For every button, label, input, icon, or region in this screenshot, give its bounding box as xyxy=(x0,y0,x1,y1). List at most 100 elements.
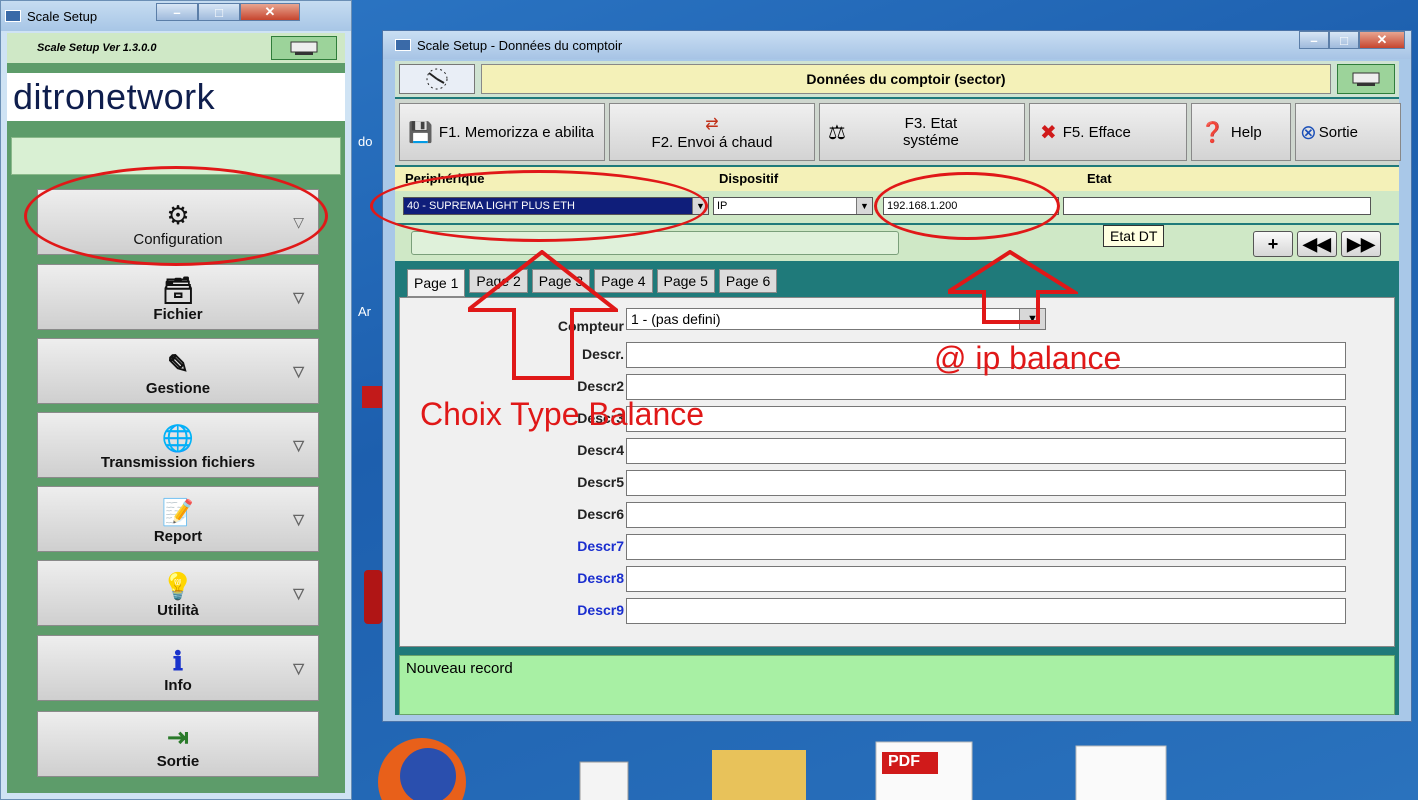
menu-label: Info xyxy=(164,677,192,694)
column-header-dispositif: Dispositif xyxy=(719,171,779,186)
clock-button[interactable] xyxy=(399,64,475,94)
field-label: Descr6 xyxy=(577,506,624,522)
field-label: Descr5 xyxy=(577,474,624,490)
add-record-button[interactable]: + xyxy=(1253,231,1293,257)
previous-record-button[interactable]: ◀◀ xyxy=(1297,231,1337,257)
dispositif-select[interactable]: IP ▼ xyxy=(713,197,873,215)
chevron-down-icon: ▽ xyxy=(293,363,304,379)
header-strip: Données du comptoir (sector) xyxy=(395,61,1399,97)
save-icon: 💾 xyxy=(408,121,433,144)
desktop-icons-strip xyxy=(378,738,1167,800)
connection-button[interactable] xyxy=(1337,64,1395,94)
descr8-input[interactable] xyxy=(626,566,1346,592)
maximize-button[interactable]: □ xyxy=(1329,31,1359,49)
menu-info-button[interactable]: ℹ Info ▽ xyxy=(37,635,319,701)
annotation-type-text: Choix Type Balance xyxy=(420,396,705,432)
document-icon[interactable] xyxy=(579,761,629,800)
main-window-titlebar[interactable]: Scale Setup - Données du comptoir xyxy=(383,31,1411,59)
menu-label: Sortie xyxy=(156,753,200,770)
f5-erase-button[interactable]: ✖ F5. Efface xyxy=(1029,103,1187,161)
next-record-button[interactable]: ▶▶ xyxy=(1341,231,1381,257)
help-button[interactable]: ❓ Help xyxy=(1191,103,1291,161)
menu-gestione-button[interactable]: ✎ Gestione ▽ xyxy=(37,338,319,404)
menu-utilita-button[interactable]: 💡 Utilità ▽ xyxy=(37,560,319,626)
close-button[interactable]: ✕ xyxy=(240,3,300,21)
menu-transmission-button[interactable]: 🌐 Transmission fichiers ▽ xyxy=(37,412,319,478)
dropdown-arrow-icon[interactable]: ▼ xyxy=(692,198,708,214)
field-label: Descr2 xyxy=(577,378,624,394)
status-box xyxy=(11,137,341,175)
version-label: Scale Setup Ver 1.3.0.0 xyxy=(37,42,157,54)
descr6-input[interactable] xyxy=(626,502,1346,528)
button-label: F2. Envoi á chaud xyxy=(651,133,773,151)
descr9-input[interactable] xyxy=(626,598,1346,624)
gear-icon: ⚙ xyxy=(166,200,190,230)
status-bar: Nouveau record xyxy=(399,655,1395,715)
menu-sortie-button[interactable]: ⇥ Sortie xyxy=(37,711,319,777)
close-button[interactable]: ✕ xyxy=(1359,31,1405,49)
clock-icon xyxy=(426,68,448,90)
minimize-button[interactable]: – xyxy=(1299,31,1329,49)
desktop-bottom-icons: PDF xyxy=(352,722,1418,800)
form-row-descr: Descr4 xyxy=(400,436,1394,464)
desktop-icon[interactable] xyxy=(362,386,382,408)
field-label: Descr4 xyxy=(577,442,624,458)
desktop-fragment-text: Ar xyxy=(358,304,371,319)
exit-icon: ⇥ xyxy=(167,722,189,752)
etat-input[interactable] xyxy=(1063,197,1371,215)
dropdown-arrow-icon[interactable]: ▼ xyxy=(856,198,872,214)
tab-page-6[interactable]: Page 6 xyxy=(718,269,778,293)
compteur-value: 1 - (pas defini) xyxy=(631,311,721,327)
peripheral-select[interactable]: 40 - SUPREMA LIGHT PLUS ETH ▼ xyxy=(403,197,709,215)
ditronetwork-logo: ditronetwork xyxy=(7,73,345,121)
chevron-down-icon: ▽ xyxy=(293,214,304,230)
maximize-button[interactable]: □ xyxy=(198,3,240,21)
tab-page-5[interactable]: Page 5 xyxy=(656,269,715,293)
f3-system-status-button[interactable]: ⚖ F3. Etat systéme xyxy=(819,103,1025,161)
edit-icon: ✎ xyxy=(167,349,189,379)
column-header-periph: Periphérique xyxy=(405,171,485,186)
descr3-input[interactable] xyxy=(626,406,1346,432)
chevron-down-icon: ▽ xyxy=(293,585,304,601)
menu-report-button[interactable]: 📝 Report ▽ xyxy=(37,486,319,552)
tab-page-1[interactable]: Page 1 xyxy=(407,269,466,297)
device-fields-row: 40 - SUPREMA LIGHT PLUS ETH ▼ IP ▼ 192.1… xyxy=(395,191,1399,223)
annotation-ip-text: @ ip balance xyxy=(934,340,1122,376)
column-header-etat: Etat xyxy=(1087,171,1112,186)
exit-button[interactable]: ⊗ Sortie xyxy=(1295,103,1401,161)
form-row-descr: Descr7 xyxy=(400,532,1394,560)
descr7-input[interactable] xyxy=(626,534,1346,560)
f1-save-button[interactable]: 💾 F1. Memorizza e abilita xyxy=(399,103,605,161)
globe-icon: 🌐 xyxy=(161,423,195,453)
balance-icon: ⚖ xyxy=(828,121,846,144)
folder-icon[interactable] xyxy=(712,750,806,800)
text-file-icon[interactable] xyxy=(1075,745,1167,800)
pdf-label: PDF xyxy=(888,753,920,770)
descr4-input[interactable] xyxy=(626,438,1346,464)
firefox-icon[interactable] xyxy=(378,738,466,800)
minimize-button[interactable]: – xyxy=(156,3,198,21)
form-row-descr: Descr6 xyxy=(400,500,1394,528)
delete-x-icon: ✖ xyxy=(1040,121,1057,144)
ip-value: 192.168.1.200 xyxy=(887,200,958,212)
connection-button[interactable] xyxy=(271,36,337,60)
scale-device-icon xyxy=(290,41,318,55)
main-window-body: Données du comptoir (sector) 💾 F1. Memor… xyxy=(395,61,1401,715)
annotation-arrow-up-ip xyxy=(948,250,1078,324)
peripheral-value: 40 - SUPREMA LIGHT PLUS ETH xyxy=(407,200,575,212)
desktop-icon[interactable] xyxy=(364,570,382,624)
ip-address-input[interactable]: 192.168.1.200 xyxy=(883,197,1059,215)
descr2-input[interactable] xyxy=(626,374,1346,400)
menu-configuration-button[interactable]: ⚙ Configuration ▽ xyxy=(37,189,319,255)
version-bar: Scale Setup Ver 1.3.0.0 xyxy=(7,33,345,63)
form-row-descr: Descr5 xyxy=(400,468,1394,496)
send-arrows-icon: ⇄ xyxy=(705,115,719,133)
f2-send-button[interactable]: ⇄ F2. Envoi á chaud xyxy=(609,103,815,161)
fast-forward-icon: ▶▶ xyxy=(1347,233,1375,254)
menu-fichier-button[interactable]: 🗃 Fichier ▽ xyxy=(37,264,319,330)
help-icon: ❓ xyxy=(1200,121,1225,144)
descr5-input[interactable] xyxy=(626,470,1346,496)
menu-label: Transmission fichiers xyxy=(100,454,256,471)
field-label: Descr7 xyxy=(577,538,624,554)
pdf-file-icon[interactable] xyxy=(875,741,973,800)
